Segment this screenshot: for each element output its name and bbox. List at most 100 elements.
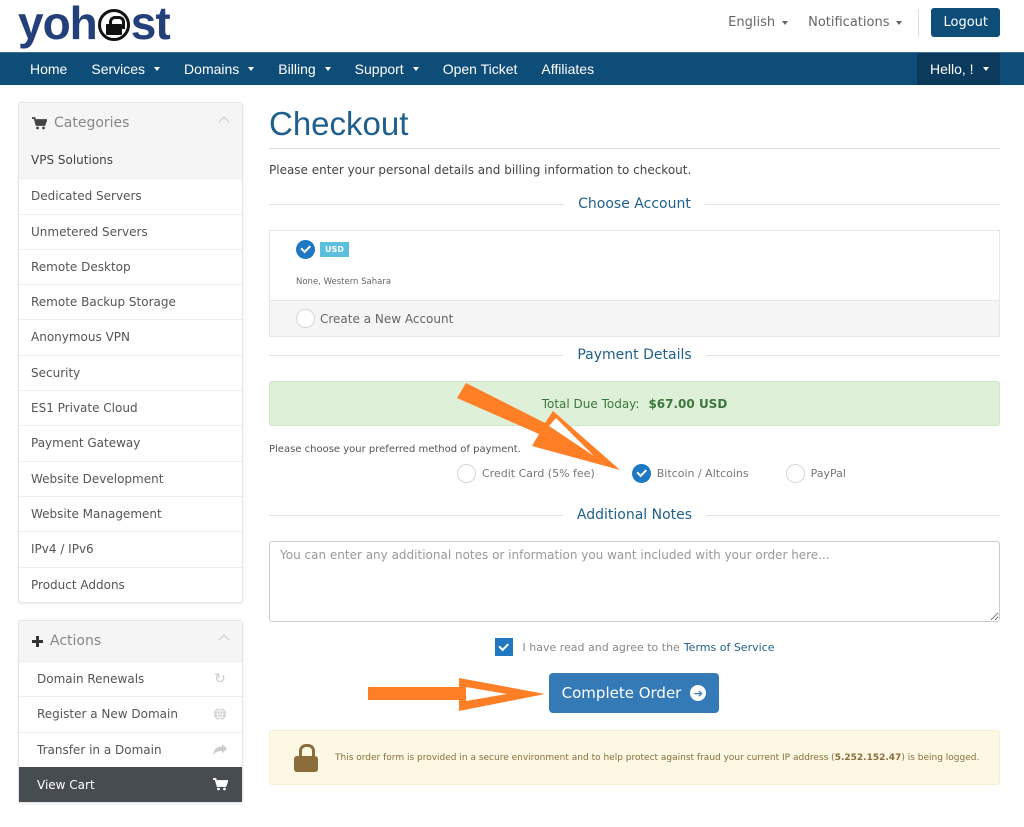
account-dropdown[interactable]: Hello, ! (917, 53, 1000, 85)
secure-notice-text: This order form is provided in a secure … (335, 753, 979, 763)
globe-icon (214, 708, 226, 721)
actions-header[interactable]: Actions (19, 621, 242, 661)
intro-text: Please enter your personal details and b… (269, 163, 692, 177)
nav-item-label: Domains (184, 61, 240, 77)
total-label: Total Due Today: (541, 396, 640, 411)
total-due-box: Total Due Today: $67.00 USD (269, 381, 1000, 426)
action-domain-renewals[interactable]: Domain Renewals ↻ (19, 661, 242, 696)
category-ipv4-ipv6[interactable]: IPv4 / IPv6 (19, 531, 242, 566)
nav-item-label: Billing (278, 61, 316, 77)
total-value: $67.00 USD (648, 396, 728, 411)
categories-title: Categories (54, 115, 130, 131)
payment-details-heading: Payment Details (269, 345, 1000, 365)
account-label: Hello, ! (930, 61, 974, 77)
terms-text: I have read and agree to the (522, 640, 680, 654)
category-website-development[interactable]: Website Development (19, 460, 242, 496)
page-title: Checkout (269, 105, 409, 142)
radio-checked-icon[interactable] (631, 463, 651, 483)
section-title: Choose Account (564, 196, 705, 212)
logo-text-left: yoh (18, 0, 98, 49)
nav-item-services[interactable]: Services (79, 53, 172, 85)
nav-item-label: Services (91, 61, 146, 77)
nav-menu: Home Services Domains Billing Support Open Ti… (18, 53, 606, 85)
top-header: yoh st English Notifications Logout (0, 0, 1024, 52)
category-vps-solutions[interactable]: VPS Solutions (19, 143, 242, 179)
nav-item-label: Affiliates (541, 61, 595, 77)
category-anonymous-vpn[interactable]: Anonymous VPN (19, 319, 242, 354)
cart-icon (213, 778, 228, 791)
language-label: English (728, 15, 776, 30)
action-label: Domain Renewals (37, 672, 145, 687)
category-remote-desktop[interactable]: Remote Desktop (19, 248, 242, 284)
categories-header[interactable]: Categories (19, 103, 242, 143)
actions-title: Actions (50, 633, 102, 649)
terms-checkbox[interactable] (494, 638, 513, 656)
category-es1-private-cloud[interactable]: ES1 Private Cloud (19, 390, 242, 425)
radio-unchecked-icon[interactable] (785, 463, 805, 483)
payment-option-paypal[interactable]: PayPal (785, 463, 846, 483)
logout-button[interactable]: Logout (931, 8, 1000, 37)
refresh-icon: ↻ (214, 671, 226, 688)
nav-item-affiliates[interactable]: Affiliates (529, 53, 606, 85)
caret-down-icon (324, 67, 331, 71)
checkout-main: Checkout Please enter your personal deta… (269, 100, 1000, 785)
account-address: None, Western Sahara (296, 277, 392, 287)
main-navbar: Home Services Domains Billing Support Open Ti… (0, 52, 1024, 85)
logo[interactable]: yoh st (18, 0, 171, 49)
additional-notes-input[interactable] (269, 541, 1000, 622)
notifications-dropdown[interactable]: Notifications (808, 15, 903, 30)
category-product-addons[interactable]: Product Addons (19, 566, 242, 602)
radio-unchecked-icon[interactable] (296, 309, 315, 328)
secure-text-before: This order form is provided in a secure … (335, 752, 835, 763)
logo-text-right: st (130, 0, 171, 49)
terms-of-service-link[interactable]: Terms of Service (684, 641, 775, 654)
category-remote-backup-storage[interactable]: Remote Backup Storage (19, 284, 242, 319)
nav-item-label: Support (354, 61, 404, 77)
cart-icon (32, 116, 47, 129)
action-label: Transfer in a Domain (37, 742, 162, 757)
nav-item-home[interactable]: Home (18, 53, 79, 85)
category-dedicated-servers[interactable]: Dedicated Servers (19, 178, 242, 213)
payment-option-label: Bitcoin / Altcoins (656, 466, 749, 480)
additional-notes-heading: Additional Notes (269, 505, 1000, 525)
existing-account-option[interactable]: USD None, Western Sahara (270, 231, 999, 300)
category-payment-gateway[interactable]: Payment Gateway (19, 425, 242, 460)
complete-order-button[interactable]: Complete Order ➔ (549, 673, 719, 713)
payment-option-credit-card[interactable]: Credit Card (5% fee) (457, 463, 595, 483)
title-divider (269, 148, 1000, 149)
create-account-option[interactable]: Create a New Account (270, 300, 999, 336)
nav-item-domains[interactable]: Domains (172, 53, 266, 85)
header-divider (918, 8, 920, 37)
view-cart-button[interactable]: View Cart (19, 766, 242, 803)
action-register-domain[interactable]: Register a New Domain (19, 696, 242, 731)
arrow-circle-right-icon: ➔ (690, 685, 707, 701)
category-security[interactable]: Security (19, 354, 242, 390)
payment-option-bitcoin[interactable]: Bitcoin / Altcoins (631, 463, 749, 483)
chevron-up-icon[interactable] (218, 634, 230, 646)
payment-prompt: Please choose your preferred method of p… (269, 444, 521, 455)
nav-item-open-ticket[interactable]: Open Ticket (431, 53, 530, 85)
radio-unchecked-icon[interactable] (457, 463, 476, 483)
categories-list: VPS Solutions Dedicated Servers Unmetered … (19, 143, 242, 602)
chevron-up-icon[interactable] (218, 116, 230, 128)
share-arrow-icon (213, 743, 227, 755)
caret-down-icon (782, 20, 789, 25)
create-account-label: Create a New Account (320, 311, 454, 326)
nav-item-support[interactable]: Support (343, 53, 431, 85)
caret-down-icon (154, 67, 161, 71)
account-selector: USD None, Western Sahara Create a New Ac… (269, 230, 1000, 337)
nav-item-label: Open Ticket (442, 61, 518, 77)
nav-item-billing[interactable]: Billing (266, 53, 342, 85)
radio-checked-icon[interactable] (296, 240, 315, 259)
action-transfer-domain[interactable]: Transfer in a Domain (19, 731, 242, 767)
terms-agreement: I have read and agree to the Terms of Se… (269, 638, 1000, 656)
action-label: View Cart (37, 777, 95, 792)
category-unmetered-servers[interactable]: Unmetered Servers (19, 213, 242, 249)
payment-option-label: Credit Card (5% fee) (482, 466, 595, 480)
caret-down-icon (982, 67, 989, 71)
category-website-management[interactable]: Website Management (19, 495, 242, 531)
section-title: Additional Notes (562, 507, 707, 523)
caret-down-icon (896, 20, 903, 25)
language-dropdown[interactable]: English (728, 15, 789, 30)
ip-address: 5.252.152.47 (834, 752, 902, 763)
